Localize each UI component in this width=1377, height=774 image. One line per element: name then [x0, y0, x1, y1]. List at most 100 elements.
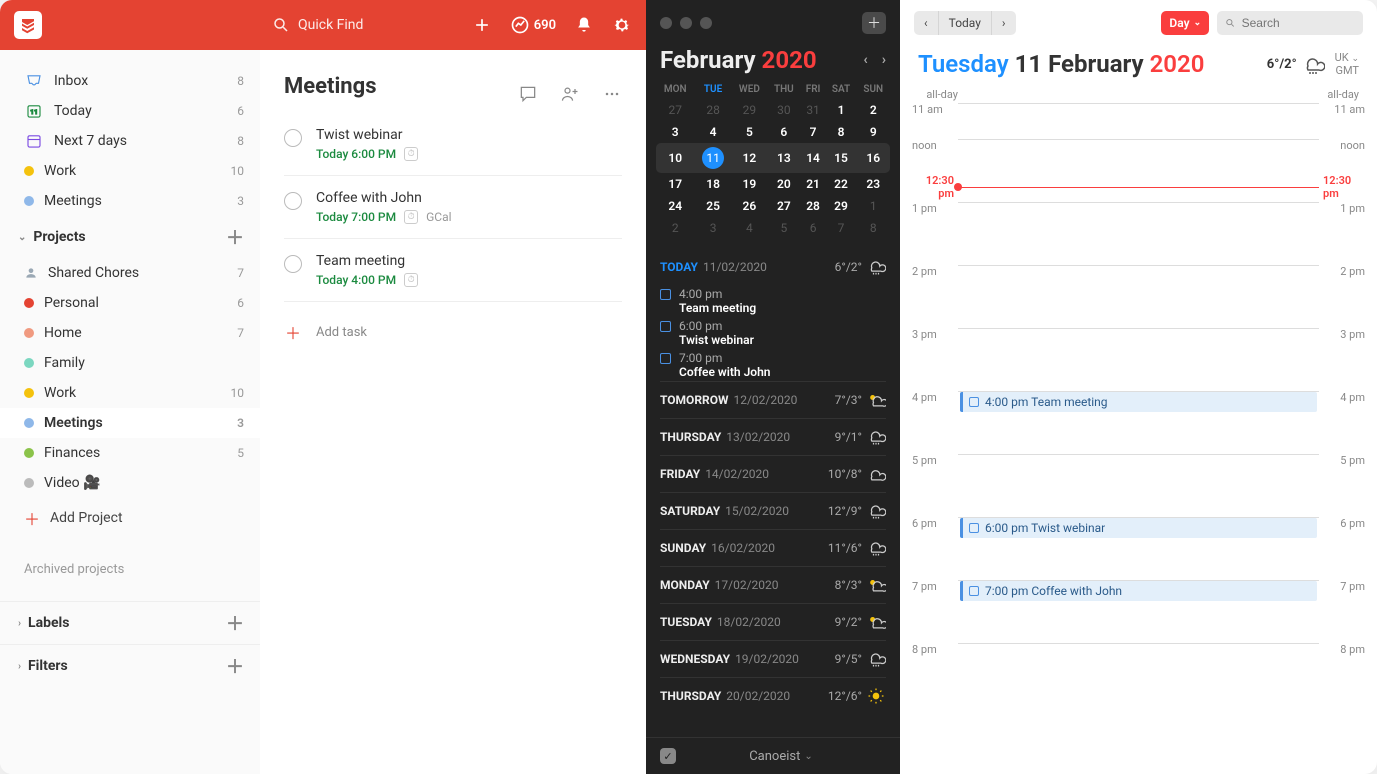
gear-icon[interactable] — [612, 15, 632, 35]
mini-cal-day[interactable]: 7 — [801, 121, 826, 143]
hour-row[interactable]: 6 pm6:00 pm Twist webinar6 pm — [912, 517, 1365, 580]
mini-cal-day[interactable]: 29 — [732, 99, 767, 121]
hour-row[interactable]: 7 pm7:00 pm Coffee with John7 pm — [912, 580, 1365, 643]
calendar-search-input[interactable] — [1242, 16, 1355, 30]
sidebar-inbox[interactable]: Inbox8 — [0, 66, 260, 96]
add-filter-icon[interactable]: ＋ — [226, 653, 244, 679]
hour-row[interactable]: 11 am11 am — [912, 103, 1365, 139]
sched-event[interactable]: 7:00 pmCoffee with John — [660, 349, 886, 381]
task-checkbox[interactable] — [284, 192, 302, 210]
add-event-button[interactable]: ＋ — [862, 12, 886, 34]
sched-day-row[interactable]: THURSDAY20/02/202012°/6° — [660, 677, 886, 714]
mini-cal-day[interactable]: 4 — [732, 217, 767, 239]
mini-cal-day[interactable]: 31 — [801, 99, 826, 121]
sidebar-fav-meetings[interactable]: Meetings3 — [0, 186, 260, 216]
mini-cal-day[interactable]: 3 — [656, 121, 694, 143]
archived-projects[interactable]: Archived projects — [0, 562, 260, 577]
mini-cal-day[interactable]: 5 — [767, 217, 801, 239]
quick-find[interactable]: Quick Find — [272, 16, 472, 34]
mini-cal-day[interactable]: 1 — [857, 195, 890, 217]
mini-cal-day[interactable]: 15 — [826, 143, 857, 173]
mini-cal-day[interactable]: 6 — [801, 217, 826, 239]
mini-cal-day[interactable]: 29 — [826, 195, 857, 217]
add-task-row[interactable]: ＋ Add task — [284, 302, 622, 362]
calendar-event[interactable]: 4:00 pm Team meeting — [960, 392, 1317, 412]
mini-cal-day[interactable]: 16 — [857, 143, 890, 173]
more-icon[interactable] — [602, 84, 622, 104]
view-dropdown[interactable]: Day⌄ — [1161, 11, 1209, 35]
task-checkbox[interactable] — [284, 255, 302, 273]
task-row[interactable]: Twist webinarToday 6:00 PM⏱ — [284, 113, 622, 176]
sidebar-project-personal[interactable]: Personal6 — [0, 288, 260, 318]
mini-cal-day[interactable]: 14 — [801, 143, 826, 173]
mini-cal-day[interactable]: 17 — [656, 173, 694, 195]
mini-cal-day[interactable]: 28 — [801, 195, 826, 217]
hour-row[interactable]: 2 pm2 pm — [912, 265, 1365, 328]
sidebar-today[interactable]: 11Today6 — [0, 96, 260, 126]
window-minimize-icon[interactable] — [680, 17, 692, 29]
mini-cal-day[interactable]: 21 — [801, 173, 826, 195]
next-month-icon[interactable]: › — [882, 52, 886, 68]
sidebar-next7[interactable]: Next 7 days8 — [0, 126, 260, 156]
hour-row[interactable]: 4 pm4:00 pm Team meeting4 pm — [912, 391, 1365, 454]
prev-day-button[interactable]: ‹ — [914, 11, 938, 35]
window-close-icon[interactable] — [660, 17, 672, 29]
sched-event[interactable]: 4:00 pmTeam meeting — [660, 285, 886, 317]
tasks-toggle[interactable]: ✓ — [660, 748, 676, 764]
sidebar-project-video-[interactable]: Video 🎥 — [0, 468, 260, 498]
mini-cal-day[interactable]: 26 — [732, 195, 767, 217]
sched-day-row[interactable]: SATURDAY15/02/202012°/9° — [660, 492, 886, 529]
sidebar-project-meetings[interactable]: Meetings3 — [0, 408, 260, 438]
sidebar-project-shared-chores[interactable]: Shared Chores7 — [0, 258, 260, 288]
prev-month-icon[interactable]: ‹ — [863, 52, 867, 68]
mini-cal-day[interactable]: 24 — [656, 195, 694, 217]
mini-cal-day[interactable]: 22 — [826, 173, 857, 195]
karma-score[interactable]: 690 — [510, 15, 556, 35]
mini-cal-day[interactable]: 5 — [732, 121, 767, 143]
mini-cal-day[interactable]: 10 — [656, 143, 694, 173]
calendar-event[interactable]: 6:00 pm Twist webinar — [960, 518, 1317, 538]
add-project-icon[interactable]: ＋ — [226, 224, 244, 250]
mini-cal-day[interactable]: 18 — [694, 173, 731, 195]
mini-cal-day[interactable]: 3 — [694, 217, 731, 239]
mini-cal-day[interactable]: 19 — [732, 173, 767, 195]
add-project-row[interactable]: ＋Add Project — [0, 498, 260, 538]
labels-header[interactable]: › Labels＋ — [0, 602, 260, 644]
mini-cal-day[interactable]: 27 — [656, 99, 694, 121]
comments-icon[interactable] — [518, 84, 538, 104]
hour-row[interactable]: 8 pm8 pm — [912, 643, 1365, 706]
sidebar-fav-work[interactable]: Work10 — [0, 156, 260, 186]
mini-cal-day[interactable]: 13 — [767, 143, 801, 173]
sched-day-row[interactable]: THURSDAY13/02/20209°/1° — [660, 418, 886, 455]
task-row[interactable]: Coffee with JohnToday 7:00 PM⏱GCal — [284, 176, 622, 239]
calendar-event[interactable]: 7:00 pm Coffee with John — [960, 581, 1317, 601]
calendar-set-dropdown[interactable]: Canoeist⌄ — [749, 749, 813, 764]
calendar-search[interactable] — [1217, 11, 1363, 35]
mini-cal-day[interactable]: 2 — [656, 217, 694, 239]
sched-event[interactable]: 6:00 pmTwist webinar — [660, 317, 886, 349]
quick-add-icon[interactable] — [472, 15, 492, 35]
sched-day-row[interactable]: MONDAY17/02/20208°/3° — [660, 566, 886, 603]
mini-cal-day[interactable]: 8 — [857, 217, 890, 239]
mini-cal-day[interactable]: 20 — [767, 173, 801, 195]
sidebar-project-work[interactable]: Work10 — [0, 378, 260, 408]
mini-cal-day[interactable]: 27 — [767, 195, 801, 217]
today-button[interactable]: Today — [938, 11, 992, 35]
task-checkbox[interactable] — [284, 129, 302, 147]
sched-day-row[interactable]: WEDNESDAY19/02/20209°/5° — [660, 640, 886, 677]
mini-cal-day[interactable]: 11 — [694, 143, 731, 173]
projects-header[interactable]: ⌄ Projects＋ — [0, 216, 260, 258]
sched-day-row[interactable]: SUNDAY16/02/202011°/6° — [660, 529, 886, 566]
sidebar-project-home[interactable]: Home7 — [0, 318, 260, 348]
mini-cal-day[interactable]: 23 — [857, 173, 890, 195]
hour-row[interactable]: 3 pm3 pm — [912, 328, 1365, 391]
sidebar-project-finances[interactable]: Finances5 — [0, 438, 260, 468]
sched-today-row[interactable]: TODAY11/02/20206°/2° — [660, 249, 886, 285]
sidebar-project-family[interactable]: Family — [0, 348, 260, 378]
mini-cal-day[interactable]: 9 — [857, 121, 890, 143]
hour-row[interactable]: 1 pm1 pm — [912, 202, 1365, 265]
sched-day-row[interactable]: FRIDAY14/02/202010°/8° — [660, 455, 886, 492]
add-label-icon[interactable]: ＋ — [226, 610, 244, 636]
mini-cal-day[interactable]: 1 — [826, 99, 857, 121]
hour-row[interactable]: 5 pm5 pm — [912, 454, 1365, 517]
